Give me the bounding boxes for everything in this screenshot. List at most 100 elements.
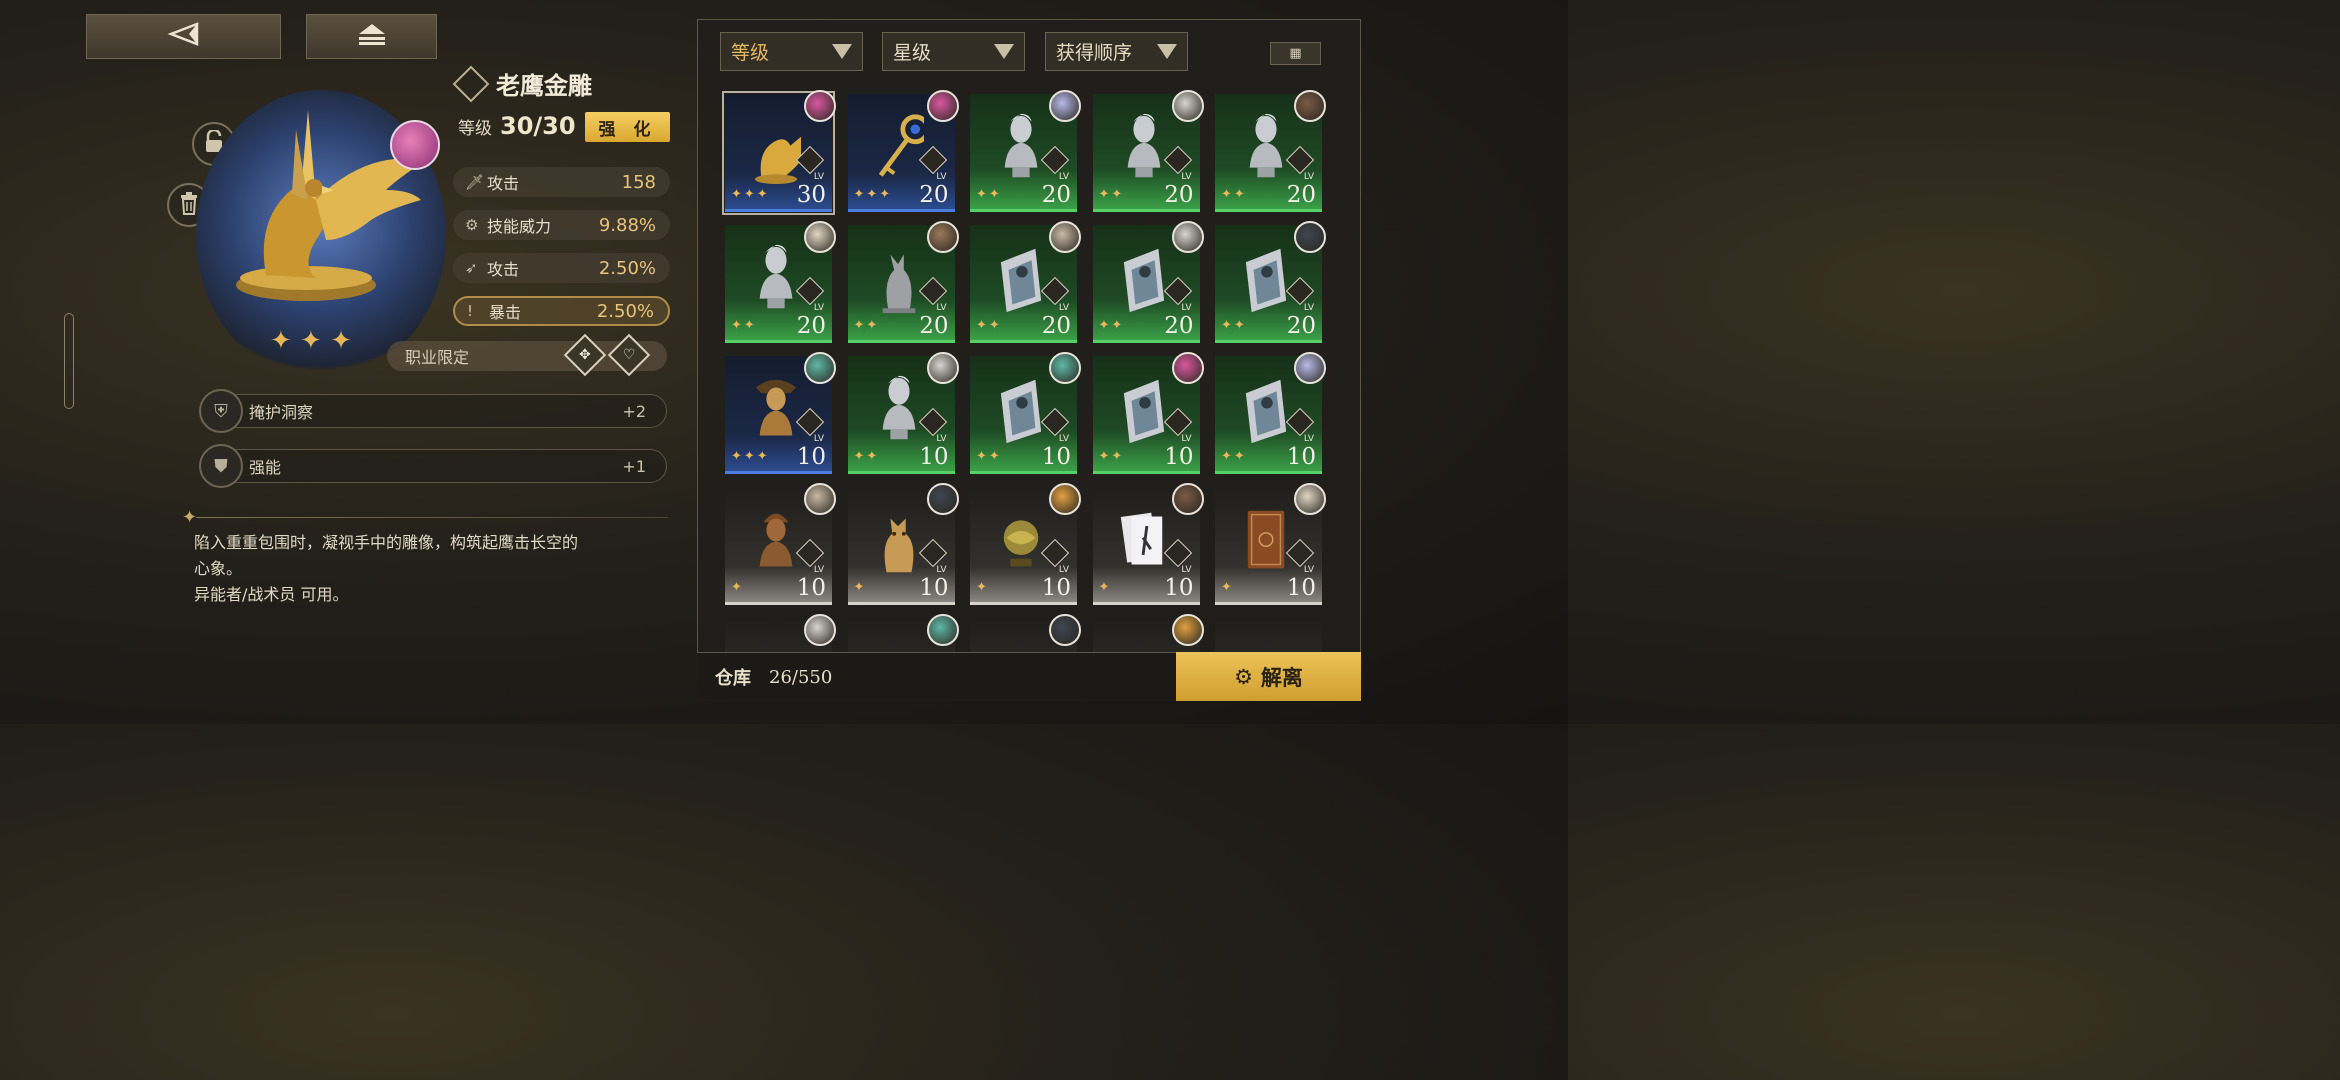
tile-level: 20 (1164, 313, 1194, 339)
bust-icon (882, 375, 915, 440)
inventory-tile[interactable]: ✦✦ LV 20 (1092, 90, 1204, 212)
owner-avatar (1171, 352, 1204, 384)
bust-icon (1249, 113, 1283, 178)
inventory-tile[interactable]: ✦✦ LV 10 (970, 352, 1081, 474)
inventory-tile[interactable] (847, 614, 959, 652)
tile-stars: ✦✦ (853, 318, 880, 333)
frame-icon (1000, 248, 1042, 313)
owner-avatar (926, 614, 959, 646)
inventory-tile[interactable] (1215, 618, 1322, 652)
skill-name: 掩护洞察 (249, 403, 314, 422)
owner-avatar (1049, 221, 1081, 253)
frame-icon (1245, 379, 1287, 444)
back-button[interactable] (86, 14, 281, 59)
gold-cat-icon (884, 518, 913, 573)
inventory-tile[interactable]: ✦✦✦ LV 20 (847, 90, 959, 212)
stat-name: 技能威力 (487, 217, 552, 236)
owner-avatar (804, 352, 836, 384)
tile-stars: ✦✦✦ (731, 187, 770, 202)
side-scroll-indicator[interactable] (64, 313, 74, 409)
inventory-tile[interactable]: ✦ LV 10 (725, 483, 836, 605)
inventory-tile[interactable]: ✦✦ LV 20 (725, 221, 836, 343)
lv-tag: LV (1303, 172, 1314, 182)
stat-name: 暴击 (489, 303, 522, 322)
inventory-tile[interactable]: ✦✦✦ LV 30 (722, 90, 836, 215)
tactician-class-icon[interactable]: ♡ (607, 333, 651, 377)
inventory-tile[interactable] (1092, 614, 1204, 652)
inventory-tile[interactable]: ✦ LV 10 (1092, 483, 1204, 605)
inventory-tile[interactable]: ✦✦ LV 20 (970, 221, 1081, 343)
inventory-tile[interactable]: ✦✦ LV 20 (847, 221, 959, 343)
inventory-tile[interactable]: ✦✦ LV 20 (970, 90, 1081, 212)
eject-button[interactable] (306, 14, 437, 59)
enhance-button[interactable]: 强 化 (585, 112, 670, 142)
lv-tag: LV (1181, 303, 1192, 313)
tile-stars: ✦✦ (1098, 449, 1125, 464)
owner-avatar (390, 120, 440, 170)
dismantle-label: 解离 (1260, 665, 1303, 690)
inventory-tile[interactable]: ✦✦ LV 20 (1092, 221, 1204, 343)
bust-icon (1127, 113, 1160, 178)
key-icon (878, 114, 924, 177)
stat-value: 2.50% (598, 257, 656, 279)
item-title-row: 老鹰金雕 (452, 65, 592, 102)
lv-tag: LV (813, 434, 824, 444)
tile-level: 20 (1286, 313, 1316, 339)
tile-stars: ✦ (853, 580, 867, 595)
skill-cover-insight[interactable]: ⛨ 掩护洞察 +2 (199, 389, 667, 433)
owner-avatar (1294, 221, 1326, 253)
inventory-tile[interactable]: ✦✦ LV 20 (1215, 221, 1326, 343)
skill-empower[interactable]: ⛊ 强能 +1 (199, 444, 667, 488)
inventory-tile[interactable]: ✦✦ LV 20 (1215, 90, 1326, 212)
owner-avatar (1171, 614, 1204, 646)
sword-icon: 🗡 (465, 173, 485, 191)
tile-background (1215, 618, 1322, 652)
item-description: 陷入重重包围时，凝视手中的雕像，构筑起鹰击长空的 心象。 异能者/战术员 可用。 (194, 530, 674, 608)
inventory-tile[interactable]: ✦ LV 10 (1215, 483, 1326, 605)
tile-stars: ✦✦ (976, 449, 1002, 464)
tile-level: 10 (796, 575, 826, 601)
tile-stars: ✦ (976, 580, 989, 595)
owner-avatar (926, 221, 959, 253)
lv-tag: LV (1303, 565, 1314, 575)
inventory-tile[interactable]: ✦ LV 10 (970, 483, 1081, 605)
skill-name: 强能 (249, 458, 282, 477)
owner-avatar (1049, 90, 1081, 122)
inventory-tile[interactable] (725, 614, 836, 652)
lv-tag: LV (1181, 565, 1192, 575)
inventory-panel: 等级 星级 获得顺序 ▦ ✦✦✦ LV 30 ✦✦✦ LV 20 ✦✦ LV 20 ✦✦ LV 20 ✦… (697, 19, 1361, 701)
dismantle-button[interactable]: ⚙ 解离 (1176, 652, 1361, 701)
empower-icon: ⛊ (199, 444, 243, 488)
lv-tag: LV (1181, 172, 1192, 182)
tile-level: 10 (919, 444, 949, 470)
tile-stars: ✦ (1221, 580, 1234, 595)
owner-avatar (926, 90, 959, 122)
description-line: 心象。 (194, 559, 243, 578)
skill-value: +2 (622, 401, 646, 421)
lv-tag: LV (813, 303, 824, 313)
lv-tag: LV (813, 565, 824, 575)
tile-level: 10 (1286, 444, 1316, 470)
level-row: 等级 30/30 (458, 112, 576, 140)
esper-class-icon[interactable]: ✥ (563, 333, 607, 377)
frame-icon (1245, 248, 1287, 313)
tile-stars: ✦✦ (1221, 449, 1247, 464)
tile-level: 30 (796, 182, 826, 208)
inventory-tile[interactable]: ✦✦ LV 10 (1215, 352, 1326, 474)
inventory-tile[interactable]: ✦✦ LV 10 (1092, 352, 1204, 474)
exclamation-icon: ! (467, 302, 474, 320)
bust-icon (759, 244, 793, 309)
tile-stars: ✦ (731, 580, 744, 595)
arrow-icon: ➶ (465, 259, 478, 277)
owner-avatar (1171, 483, 1204, 515)
stat-name: 攻击 (487, 174, 520, 193)
inventory-tile[interactable]: ✦✦✦ LV 10 (725, 352, 836, 474)
skill-value: +1 (622, 456, 646, 476)
level-label: 等级 (458, 119, 492, 139)
inventory-tile[interactable]: ✦ LV 10 (847, 483, 959, 605)
inventory-tile[interactable]: ✦✦ LV 10 (847, 352, 959, 474)
inventory-tile[interactable] (970, 614, 1081, 652)
tile-level: 10 (796, 444, 826, 470)
frame-icon (1123, 248, 1164, 313)
lv-tag: LV (1058, 565, 1069, 575)
